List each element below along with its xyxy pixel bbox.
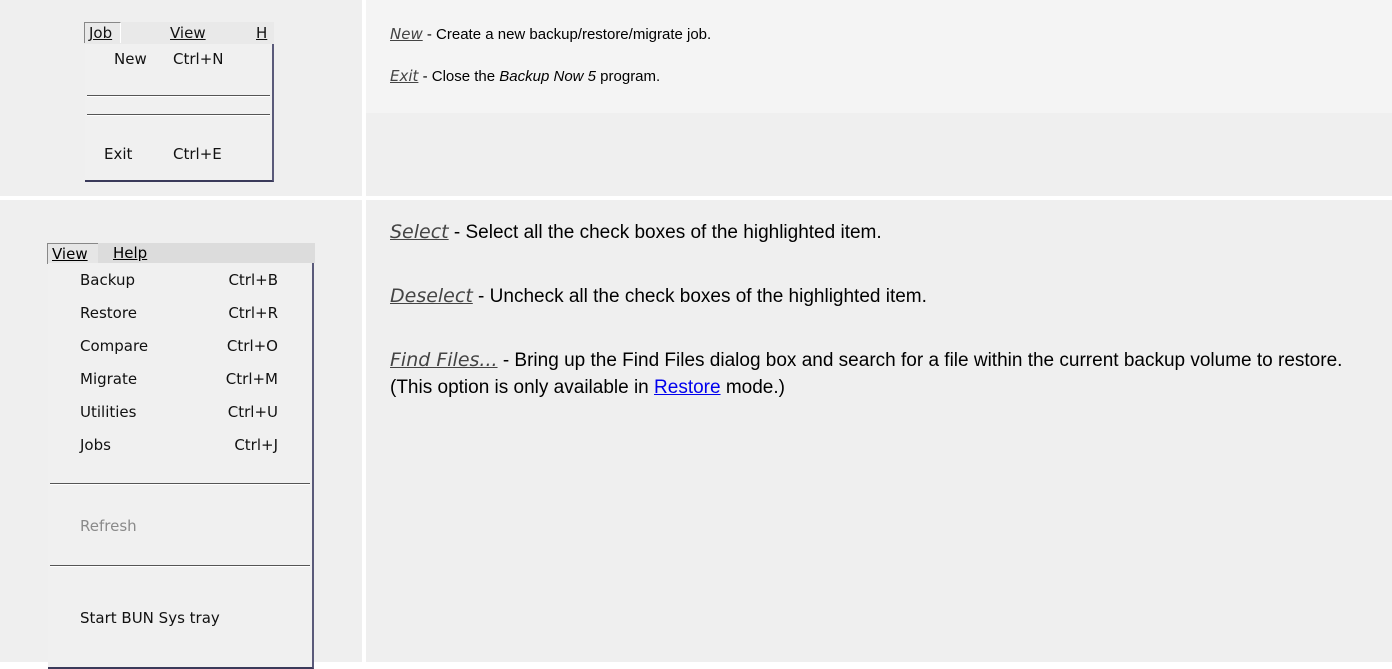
job-menu-screenshot: Job View H New Ctrl+N Exit Ctrl+E [84,22,274,182]
menu-item-label: Refresh [80,517,137,535]
job-menu-dropdown: New Ctrl+N Exit Ctrl+E [85,44,274,182]
desc-select: Select - Select all the check boxes of t… [390,219,1350,246]
desc-deselect-text: - Uncheck all the check boxes of the hig… [472,286,927,307]
desc-exit: Exit - Close the Backup Now 5 program. [390,67,660,85]
menu-item-label: Utilities [80,403,137,421]
menu-item-new[interactable]: New [114,50,147,68]
menu-separator [87,95,270,97]
menu-item-compare[interactable]: Compare Ctrl+O [48,337,312,359]
menu-item-shortcut: Ctrl+B [228,271,278,289]
menu-item-shortcut: Ctrl+U [227,403,278,421]
menu-item-new-shortcut: Ctrl+N [173,50,224,68]
desc-new: New - Create a new backup/restore/migrat… [390,25,711,43]
menu-job[interactable]: Job [84,22,122,43]
term-new: New [390,25,423,43]
menu-item-shortcut: Ctrl+R [228,304,278,322]
menu-item-migrate[interactable]: Migrate Ctrl+M [48,370,312,392]
desc-new-text: - Create a new backup/restore/migrate jo… [422,26,712,43]
desc-find-files-post: mode.) [720,377,785,398]
menu-bar: Job View H [84,22,274,44]
menu-item-label: Start BUN Sys tray [80,609,220,627]
term-find-files: Find Files... [390,349,498,371]
menu-item-label: Compare [80,337,149,355]
menu-item-label: Backup [80,271,135,289]
menu-help[interactable]: Help [113,243,147,263]
menu-item-exit-shortcut: Ctrl+E [173,145,222,163]
menu-help-partial[interactable]: H [256,24,267,42]
menu-item-shortcut: Ctrl+M [225,370,278,388]
desc-find-files-text: - Bring up the Find Files dialog box and… [390,350,1343,398]
menu-item-utilities[interactable]: Utilities Ctrl+U [48,403,312,425]
restore-link[interactable]: Restore [654,377,721,398]
view-menu-dropdown: Backup Ctrl+B Restore Ctrl+R Compare Ctrl+O… [48,263,314,669]
desc-exit-post: program. [596,68,661,85]
menu-separator [50,483,310,485]
menu-bar: View Help [47,243,315,264]
menu-item-restore[interactable]: Restore Ctrl+R [48,304,312,326]
menu-view[interactable]: View [170,24,206,42]
view-menu-screenshot: View Help Backup Ctrl+B Restore Ctrl+R Com… [47,243,315,669]
term-exit: Exit [390,67,419,85]
desc-cell-view [366,200,1392,662]
desc-find-files: Find Files... - Bring up the Find Files … [390,347,1350,401]
term-deselect: Deselect [390,285,473,307]
menu-item-label: Migrate [80,370,138,388]
menu-item-backup[interactable]: Backup Ctrl+B [48,271,312,293]
menu-item-start-sys-tray[interactable]: Start BUN Sys tray [48,609,312,631]
program-name: Backup Now 5 [499,68,596,85]
menu-separator [87,114,270,116]
menu-item-shortcut: Ctrl+J [234,436,278,454]
menu-view[interactable]: View [47,243,98,264]
menu-item-label: Restore [80,304,137,322]
menu-item-refresh: Refresh [48,517,312,539]
menu-item-jobs[interactable]: Jobs Ctrl+J [48,436,312,458]
desc-deselect: Deselect - Uncheck all the check boxes o… [390,283,1350,310]
desc-exit-pre: - Close the [418,68,500,85]
menu-item-shortcut: Ctrl+O [226,337,278,355]
menu-item-label: Jobs [80,436,111,454]
menu-separator [50,565,310,567]
menu-item-exit[interactable]: Exit [104,145,132,163]
desc-cell-job-inner [366,0,1392,113]
term-select: Select [390,221,449,243]
desc-select-text: - Select all the check boxes of the high… [448,222,882,243]
